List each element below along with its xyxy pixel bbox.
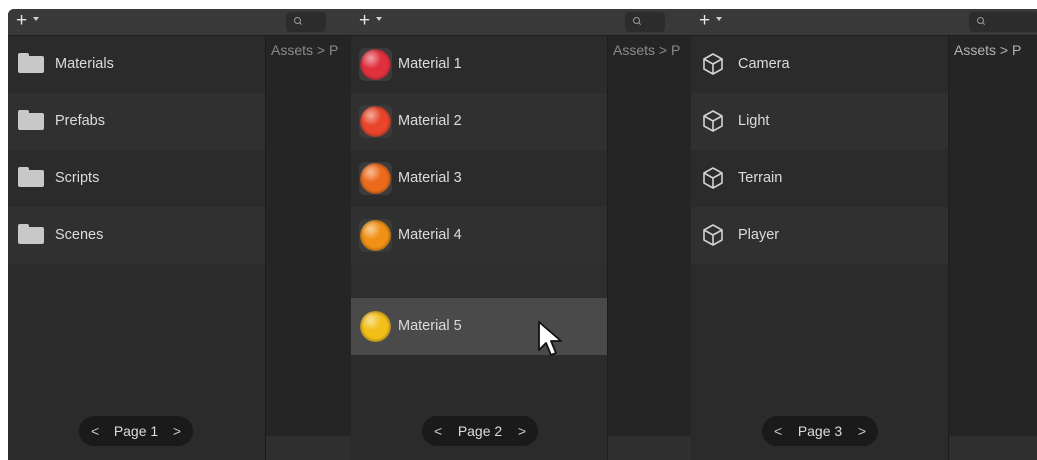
chevron-down-icon[interactable] bbox=[376, 17, 382, 21]
folder-icon bbox=[18, 53, 44, 73]
page-indicator: < Page 1 > bbox=[79, 416, 193, 446]
next-page-button[interactable]: > bbox=[518, 416, 526, 446]
list-item[interactable]: Material 4 bbox=[351, 207, 607, 264]
list-item[interactable]: Terrain bbox=[691, 150, 948, 207]
add-button[interactable]: + bbox=[16, 10, 27, 32]
add-button[interactable]: + bbox=[699, 10, 710, 32]
folder-view: Assets > P bbox=[948, 36, 1037, 460]
mouse-cursor-icon bbox=[538, 321, 562, 356]
item-label: Material 3 bbox=[398, 170, 462, 186]
panel-toolbar: + bbox=[8, 9, 352, 36]
item-label: Material 4 bbox=[398, 227, 462, 243]
search-input[interactable] bbox=[286, 12, 326, 32]
cube-icon bbox=[703, 53, 723, 75]
breadcrumb[interactable]: Assets > P bbox=[613, 42, 680, 58]
chevron-down-icon[interactable] bbox=[716, 17, 722, 21]
breadcrumb[interactable]: Assets > P bbox=[271, 42, 338, 58]
item-label: Scripts bbox=[55, 170, 100, 186]
drop-gap bbox=[351, 264, 607, 298]
search-input[interactable] bbox=[969, 12, 1037, 32]
list-item[interactable]: Scripts bbox=[8, 150, 265, 207]
cube-icon bbox=[703, 167, 723, 189]
list-item[interactable]: Light bbox=[691, 93, 948, 150]
asset-list: Material 1 Material 2 Material 3 Materia… bbox=[351, 36, 607, 460]
item-label: Terrain bbox=[738, 170, 783, 186]
folder-icon bbox=[18, 167, 44, 187]
folder-view-footer bbox=[949, 436, 1037, 460]
panel-toolbar: + bbox=[351, 9, 692, 36]
item-label: Light bbox=[738, 113, 770, 129]
item-label: Material 5 bbox=[398, 318, 462, 334]
item-label: Camera bbox=[738, 56, 790, 72]
list-item[interactable]: Scenes bbox=[8, 207, 265, 264]
material-sphere-icon bbox=[360, 311, 391, 342]
folder-view: Assets > P bbox=[607, 36, 692, 460]
item-label: Prefabs bbox=[55, 113, 105, 129]
list-item[interactable]: Camera bbox=[691, 36, 948, 93]
material-sphere-icon bbox=[360, 49, 391, 80]
list-item-selected[interactable]: Material 5 bbox=[351, 298, 607, 355]
page-indicator: < Page 2 > bbox=[422, 416, 538, 446]
list-item[interactable]: Material 1 bbox=[351, 36, 607, 93]
breadcrumb[interactable]: Assets > P bbox=[954, 42, 1021, 58]
material-sphere-icon bbox=[360, 106, 391, 137]
list-item[interactable]: Player bbox=[691, 207, 948, 264]
folder-view-footer bbox=[608, 436, 692, 460]
folder-icon bbox=[18, 224, 44, 244]
cube-icon bbox=[703, 224, 723, 246]
list-item[interactable]: Material 2 bbox=[351, 93, 607, 150]
page-indicator: < Page 3 > bbox=[762, 416, 878, 446]
chevron-down-icon[interactable] bbox=[33, 17, 39, 21]
material-sphere-icon bbox=[360, 220, 391, 251]
folder-icon bbox=[18, 110, 44, 130]
search-icon bbox=[633, 17, 640, 24]
folder-view: Assets > P bbox=[265, 36, 352, 460]
asset-list: Camera Light Terrain Player < Page 3 > bbox=[691, 36, 948, 460]
next-page-button[interactable]: > bbox=[173, 416, 181, 446]
material-sphere-icon bbox=[360, 163, 391, 194]
project-panel-1: + Materials Prefabs Scripts Scenes < Pag… bbox=[8, 9, 352, 460]
cube-icon bbox=[703, 110, 723, 132]
item-label: Material 2 bbox=[398, 113, 462, 129]
folder-view-footer bbox=[266, 436, 352, 460]
search-icon bbox=[977, 17, 984, 24]
project-panel-3: + Camera Light Terrain Player < Page 3 >… bbox=[691, 9, 1037, 460]
list-item[interactable]: Material 3 bbox=[351, 150, 607, 207]
panel-toolbar: + bbox=[691, 9, 1037, 36]
item-label: Player bbox=[738, 227, 780, 243]
list-item[interactable]: Prefabs bbox=[8, 93, 265, 150]
add-button[interactable]: + bbox=[359, 10, 370, 32]
search-icon bbox=[294, 17, 301, 24]
item-label: Material 1 bbox=[398, 56, 462, 72]
item-label: Scenes bbox=[55, 227, 104, 243]
search-input[interactable] bbox=[625, 12, 665, 32]
item-label: Materials bbox=[55, 56, 114, 72]
asset-list: Materials Prefabs Scripts Scenes < Page … bbox=[8, 36, 265, 460]
next-page-button[interactable]: > bbox=[858, 416, 866, 446]
list-item[interactable]: Materials bbox=[8, 36, 265, 93]
project-panel-2: + Material 1 Material 2 Material 3 Mater… bbox=[351, 9, 692, 460]
